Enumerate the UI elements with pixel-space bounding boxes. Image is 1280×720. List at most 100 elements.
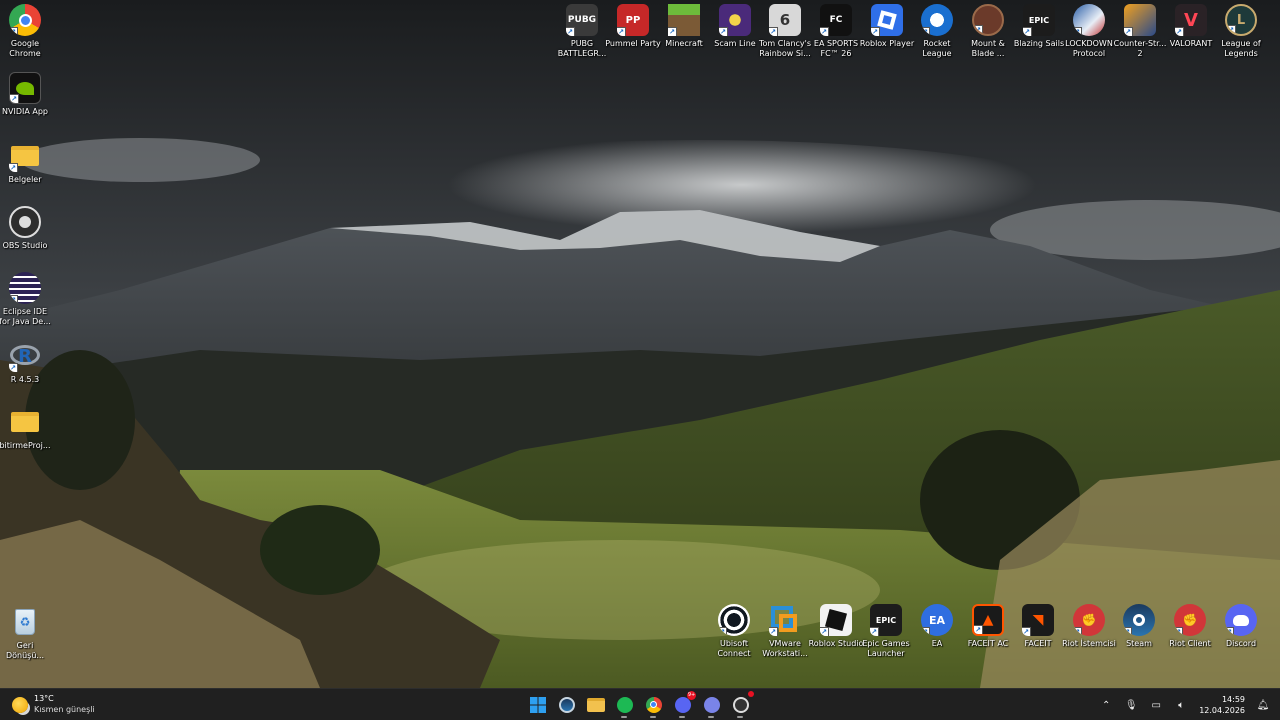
- desktop-icon-rainbow-six[interactable]: 6 ↗ Tom Clancy's Rainbow Si...: [758, 4, 812, 59]
- icon-label: LOCKDOWN Protocol: [1065, 39, 1113, 58]
- taskbar-discord[interactable]: 9+: [671, 691, 696, 718]
- start-button[interactable]: [526, 693, 549, 716]
- desktop-icon-league-of-legends[interactable]: L ↗ League of Legends: [1216, 4, 1266, 59]
- desktop-icon-ea[interactable]: EA ↗ EA: [912, 604, 962, 649]
- desktop-icon-obs-studio[interactable]: OBS Studio: [0, 206, 50, 251]
- shortcut-arrow-icon: ↗: [719, 27, 728, 36]
- desktop-icon-recycle-bin[interactable]: ♻ Geri Dönüşü...: [0, 606, 50, 661]
- epic-games-icon: EPIC ↗: [1023, 4, 1055, 36]
- icon-label: Roblox Studio: [808, 639, 864, 648]
- league-icon: L ↗: [1225, 4, 1257, 36]
- minecraft-icon: ↗: [668, 4, 700, 36]
- microphone-icon[interactable]: 🎙︎: [1124, 700, 1138, 711]
- shortcut-arrow-icon: ↗: [9, 27, 18, 36]
- taskbar-chrome[interactable]: [642, 693, 665, 718]
- desktop-icon-valorant[interactable]: V ↗ VALORANT: [1166, 4, 1216, 49]
- icon-label: Google Chrome: [9, 39, 41, 58]
- chrome-icon: ↗: [9, 4, 41, 36]
- desktop-icon-ubisoft-connect[interactable]: ↗ Ubisoft Connect: [709, 604, 759, 659]
- shortcut-arrow-icon: ↗: [1022, 627, 1031, 636]
- network-icon[interactable]: ▭: [1149, 700, 1163, 711]
- desktop-icon-riot-istemcisi[interactable]: ✊ ↗ Riot İstemcisi: [1062, 604, 1116, 649]
- pummel-party-icon: PP ↗: [617, 4, 649, 36]
- weather-widget[interactable]: 13°C Kısmen güneşli: [12, 694, 95, 715]
- desktop-icon-steam[interactable]: ↗ Steam: [1114, 604, 1164, 649]
- desktop-icon-riot-client[interactable]: ✊ ↗ Riot Client: [1165, 604, 1215, 649]
- icon-label: R 4.5.3: [10, 375, 40, 384]
- desktop-icon-minecraft[interactable]: ↗ Minecraft: [659, 4, 709, 49]
- desktop-icon-pummel-party[interactable]: PP ↗ Pummel Party: [605, 4, 661, 49]
- icon-label: Belgeler: [8, 175, 42, 184]
- desktop-icon-rocket-league[interactable]: ↗ Rocket League: [912, 4, 962, 59]
- notification-dot: [748, 691, 754, 697]
- desktop-icon-belgeler[interactable]: ↗ Belgeler: [0, 140, 50, 185]
- shortcut-arrow-icon: ↗: [718, 627, 727, 636]
- taskbar: 13°C Kısmen güneşli 9+ ⌃ 🎙︎ ▭ 🔈︎ 14:59 1…: [0, 688, 1280, 720]
- faceit-ac-icon: ▲ ↗: [972, 604, 1004, 636]
- clock[interactable]: 14:59 12.04.2026: [1199, 694, 1245, 716]
- shortcut-arrow-icon: ↗: [974, 625, 983, 634]
- desktop-icon-eclipse-ide[interactable]: ↗ Eclipse IDE for Java De...: [0, 272, 51, 327]
- icon-label: OBS Studio: [2, 241, 48, 250]
- icon-label: Roblox Player: [859, 39, 915, 48]
- running-indicator: [621, 716, 627, 718]
- taskbar-discord-ptb[interactable]: [700, 693, 723, 718]
- folder-icon: ↗: [9, 140, 41, 172]
- desktop-icon-faceit[interactable]: ◥ ↗ FACEIT: [1013, 604, 1063, 649]
- desktop-icon-discord[interactable]: ↗ Discord: [1216, 604, 1266, 649]
- icon-label: Pummel Party: [605, 39, 661, 48]
- taskbar-faceit-client[interactable]: [729, 691, 754, 718]
- recycle-bin-icon: ♻: [9, 606, 41, 638]
- desktop-icon-google-chrome[interactable]: ↗ Google Chrome: [0, 4, 50, 59]
- desktop-icon-scam-line[interactable]: ↗ Scam Line: [710, 4, 760, 49]
- shortcut-arrow-icon: ↗: [871, 27, 880, 36]
- taskbar-steam[interactable]: [555, 693, 578, 716]
- desktop-icon-mount-blade[interactable]: ↗ Mount & Blade ...: [963, 4, 1013, 59]
- desktop-icon-counter-strike-2[interactable]: ↗ Counter-Str... 2: [1114, 4, 1166, 59]
- shortcut-arrow-icon: ↗: [1073, 27, 1082, 36]
- shortcut-arrow-icon: ↗: [9, 295, 18, 304]
- cs2-icon: ↗: [1124, 4, 1156, 36]
- desktop-icon-ea-sports-fc[interactable]: FC ↗ EA SPORTS FC™ 26: [811, 4, 861, 59]
- shortcut-arrow-icon: ↗: [974, 25, 983, 34]
- desktop-icon-roblox-player[interactable]: ↗ Roblox Player: [859, 4, 915, 49]
- desktop-icon-blazing-sails[interactable]: EPIC ↗ Blazing Sails: [1014, 4, 1064, 49]
- desktop-icon-roblox-studio[interactable]: ↗ Roblox Studio: [808, 604, 864, 649]
- rocket-league-icon: ↗: [921, 4, 953, 36]
- icon-label: Riot İstemcisi: [1062, 639, 1116, 648]
- notification-badge: 9+: [687, 691, 696, 700]
- lockdown-icon: ↗: [1073, 4, 1105, 36]
- desktop-icon-nvidia-app[interactable]: ↗ NVIDIA App: [0, 72, 50, 117]
- taskbar-file-explorer[interactable]: [584, 693, 607, 716]
- clock-date: 12.04.2026: [1199, 706, 1245, 715]
- folder-icon: [9, 406, 41, 438]
- icon-label: EA SPORTS FC™ 26: [813, 39, 859, 58]
- desktop-icon-pubg[interactable]: PUBG ↗ PUBG BATTLEGR...: [557, 4, 607, 59]
- shortcut-arrow-icon: ↗: [1175, 27, 1184, 36]
- ubisoft-icon: ↗: [718, 604, 750, 636]
- chevron-up-icon[interactable]: ⌃: [1099, 700, 1113, 711]
- notification-bell-icon[interactable]: 🔔︎: [1256, 700, 1270, 711]
- icon-label: PUBG BATTLEGR...: [557, 39, 607, 58]
- desktop-icon-epic-games-launcher[interactable]: EPIC ↗ Epic Games Launcher: [861, 604, 911, 659]
- desktop-icon-vmware[interactable]: ↗ VMware Workstati...: [760, 604, 810, 659]
- discord-icon: ↗: [1225, 604, 1257, 636]
- desktop-icon-bitirme-proj[interactable]: bitirmeProj...: [0, 406, 51, 451]
- icon-label: Tom Clancy's Rainbow Si...: [758, 39, 812, 58]
- desktop-icon-faceit-ac[interactable]: ▲ ↗ FACEIT AC: [963, 604, 1013, 649]
- weather-condition: Kısmen güneşli: [34, 705, 95, 714]
- volume-icon[interactable]: 🔈︎: [1174, 700, 1188, 711]
- shortcut-arrow-icon: ↗: [9, 363, 18, 372]
- nvidia-icon: ↗: [9, 72, 41, 104]
- shortcut-arrow-icon: ↗: [1073, 627, 1082, 636]
- desktop-icon-r[interactable]: R ↗ R 4.5.3: [0, 340, 50, 385]
- icon-label: Eclipse IDE for Java De...: [0, 307, 51, 326]
- taskbar-spotify[interactable]: [613, 693, 636, 718]
- faceit-icon: ◥ ↗: [1022, 604, 1054, 636]
- icon-label: bitirmeProj...: [0, 441, 51, 450]
- shortcut-arrow-icon: ↗: [566, 27, 575, 36]
- faceit-icon: [732, 696, 749, 713]
- roblox-icon: ↗: [871, 4, 903, 36]
- desktop-icon-lockdown-protocol[interactable]: ↗ LOCKDOWN Protocol: [1064, 4, 1114, 59]
- icon-label: Mount & Blade ...: [971, 39, 1005, 58]
